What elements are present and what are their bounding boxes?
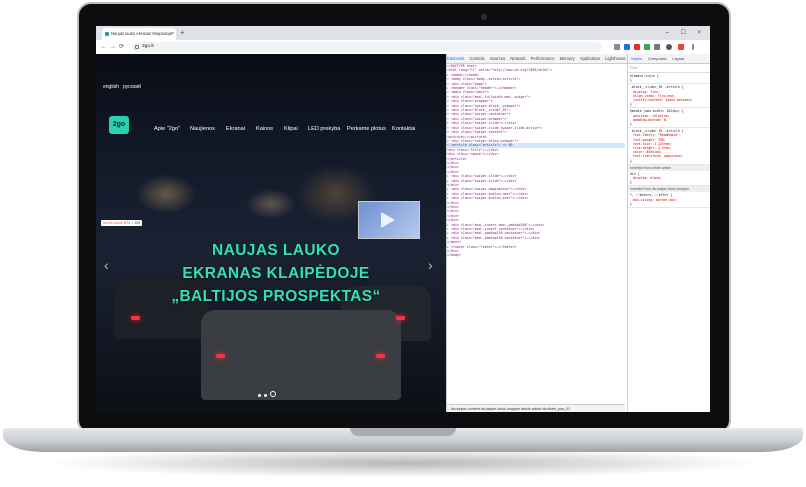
devtools-tab-elements[interactable]: Elements <box>447 56 464 61</box>
extension-icon[interactable] <box>678 44 684 50</box>
led-billboard-image <box>358 201 420 239</box>
headline-line-2: EKRANAS KLAIPĖDOJE <box>182 265 370 282</box>
slider-next-arrow[interactable]: › <box>428 257 433 273</box>
styles-tabs: Styles Computed Layout <box>628 54 710 64</box>
devtools-tab-application[interactable]: Application <box>580 56 601 61</box>
back-button[interactable]: ← <box>101 40 107 54</box>
extension-icon[interactable] <box>654 44 660 50</box>
badge-selector: article.article <box>103 221 124 225</box>
css-rule[interactable]: @media (max-width: 1024px) {position: re… <box>628 108 710 129</box>
devtools-tab-network[interactable]: Network <box>510 56 525 61</box>
elements-tree[interactable]: <!DOCTYPE html> <html lang="lt" xmlns="ht… <box>447 64 625 404</box>
css-rule[interactable]: *, ::before, ::after {box-sizing: border… <box>628 192 710 209</box>
nav-item-led-prekyba[interactable]: LED prekyba <box>308 126 340 132</box>
lock-icon <box>135 45 139 49</box>
css-rule-close: } <box>630 158 632 163</box>
nav-item-naujienos[interactable]: Naujienos <box>190 126 215 132</box>
styles-filter-input[interactable]: Filter <box>628 64 710 73</box>
style-rules: element.style {} .block__slider_01 .artic… <box>628 73 710 209</box>
nav-item-perkame-plotus[interactable]: Perkame plotus <box>347 126 386 132</box>
styles-tab-layout[interactable]: Layout <box>672 56 684 61</box>
css-rule[interactable]: .block__slider_01 .article {display: fle… <box>628 84 710 109</box>
slider-prev-arrow[interactable]: ‹ <box>104 257 109 273</box>
devtools-panel: Elements Console Sources Network Performance… <box>446 54 710 412</box>
extension-icon[interactable] <box>614 44 620 50</box>
laptop-screen: Naujas lauko ekranas Klaipėdoje × + – ☐ … <box>96 26 710 412</box>
css-rule-close: } <box>630 201 632 206</box>
css-rule[interactable]: element.style {} <box>628 73 710 85</box>
slider-dot-active[interactable] <box>270 391 276 397</box>
dom-node-line[interactable]: </body> <box>447 253 625 257</box>
devtools-breadcrumb[interactable]: ... div.swiper-content div.swiper-block-… <box>447 404 625 412</box>
devtools-tab-performance[interactable]: Performance <box>531 56 555 61</box>
lang-english[interactable]: english <box>103 84 119 90</box>
styles-pane: Styles Computed Layout Filter element.styl… <box>627 54 710 412</box>
window-controls[interactable]: – ☐ × <box>665 26 706 40</box>
extension-icon[interactable] <box>644 44 650 50</box>
headline-line-3: „BALTIJOS PROSPEKTAS“ <box>171 288 381 305</box>
tail-light <box>131 316 140 320</box>
css-rule-close: } <box>630 180 632 185</box>
car-image <box>201 310 401 400</box>
site-logo[interactable]: 2go <box>109 116 129 134</box>
browser-tab-bar: Naujas lauko ekranas Klaipėdoje × + – ☐ … <box>96 26 710 40</box>
devtools-tab-sources[interactable]: Sources <box>490 56 505 61</box>
nav-item-kontaktai[interactable]: Kontaktai <box>392 126 415 132</box>
forward-button[interactable]: → <box>110 40 116 54</box>
website-viewport: english русский 2go Apie "2go" Naujienos… <box>96 54 446 412</box>
extension-icon[interactable] <box>624 44 630 50</box>
css-rule[interactable]: div {display: block;} <box>628 171 710 187</box>
menu-kebab-icon[interactable] <box>692 44 694 50</box>
url-text: 2go.lt <box>142 44 154 49</box>
camera-icon <box>481 14 487 20</box>
nav-item-kainos[interactable]: Kainos <box>256 126 273 132</box>
city-light <box>136 174 196 214</box>
address-bar[interactable]: 2go.lt <box>132 42 602 52</box>
css-rule-close: } <box>630 122 632 127</box>
tab-title: Naujas lauko ekranas Klaipėdoje <box>111 31 172 36</box>
profile-avatar[interactable] <box>666 44 672 50</box>
headline-line-1: NAUJAS LAUKO <box>212 242 340 259</box>
slider-dot[interactable] <box>258 394 261 397</box>
city-light <box>246 189 296 219</box>
devtools-tab-lighthouse[interactable]: Lighthouse <box>605 56 626 61</box>
devtools-tabs: Elements Console Sources Network Performance… <box>447 54 627 64</box>
slider-pagination <box>258 384 279 402</box>
reload-button[interactable]: ⟳ <box>119 40 124 54</box>
browser-tab[interactable]: Naujas lauko ekranas Klaipėdoje × <box>102 28 176 40</box>
css-rule-close: } <box>630 102 632 107</box>
css-rule[interactable]: .block__slider_01 .article {font-family:… <box>628 128 710 165</box>
element-inspector-badge: article.article 873 × 488 <box>101 220 143 226</box>
styles-tab-computed[interactable]: Computed <box>648 56 666 61</box>
laptop-notch <box>350 428 456 436</box>
site-footer-strip <box>96 402 446 412</box>
slider-dot[interactable] <box>264 394 267 397</box>
nav-item-ekranai[interactable]: Ekranai <box>226 126 245 132</box>
nav-item-apie[interactable]: Apie "2go" <box>154 126 180 132</box>
close-tab-icon[interactable]: × <box>171 28 174 40</box>
laptop-shadow <box>40 448 766 478</box>
styles-tab-styles[interactable]: Styles <box>631 56 642 61</box>
css-rule-close: } <box>630 78 632 83</box>
badge-size: 873 × 488 <box>124 221 141 225</box>
extension-icon[interactable] <box>634 44 640 50</box>
nav-item-klipai[interactable]: Klipai <box>284 126 298 132</box>
new-tab-button[interactable]: + <box>180 28 185 38</box>
devtools-tab-console[interactable]: Console <box>469 56 484 61</box>
tail-light <box>396 316 405 320</box>
tail-light <box>376 354 385 358</box>
tail-light <box>216 354 225 358</box>
browser-toolbar: ← → ⟳ 2go.lt <box>96 40 710 55</box>
play-icon <box>381 212 395 228</box>
devtools-tab-memory[interactable]: Memory <box>560 56 575 61</box>
favicon-icon <box>105 32 109 36</box>
lang-russian[interactable]: русский <box>123 84 141 90</box>
